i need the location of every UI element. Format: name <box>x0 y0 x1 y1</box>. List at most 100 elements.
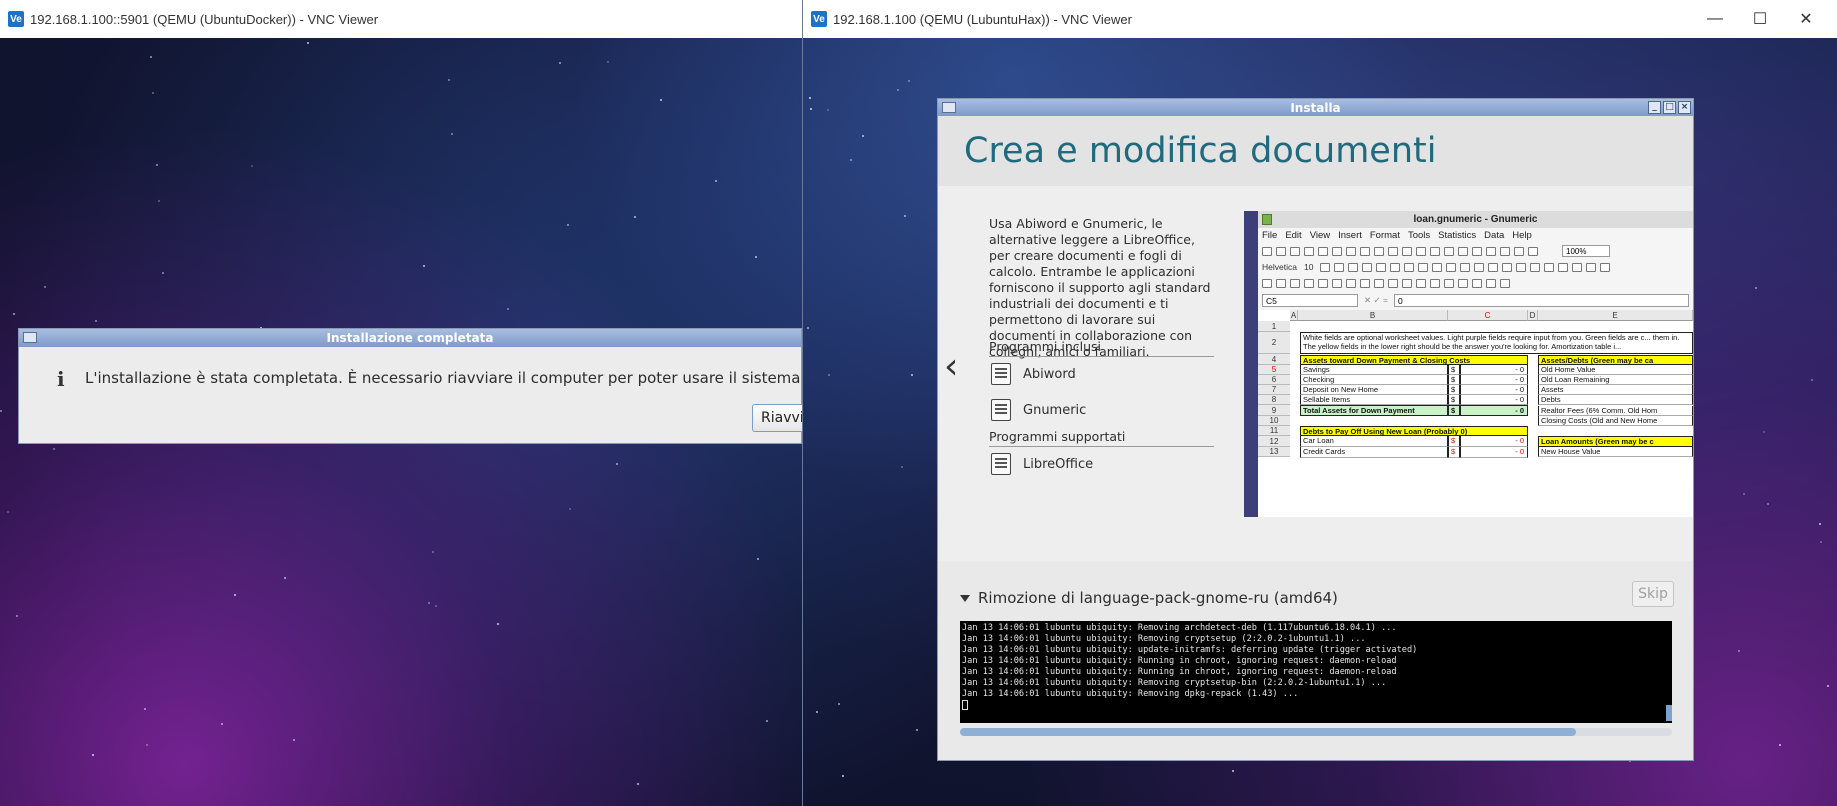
window-menu-icon[interactable] <box>942 102 956 113</box>
row-header: 13 <box>1258 447 1290 457</box>
maximize-button[interactable]: ☐ <box>1737 0 1783 38</box>
progress-scrollbar-thumb[interactable] <box>960 728 1576 736</box>
progress-scrollbar[interactable] <box>960 728 1672 736</box>
terminal-cursor <box>962 700 968 710</box>
maximize-icon[interactable]: □ <box>1663 101 1676 114</box>
right-item-cell: Old Loan Remaining <box>1538 375 1693 385</box>
expander-icon <box>960 594 970 602</box>
gnumeric-menu-item: Edit <box>1285 230 1302 241</box>
app-label: Gnumeric <box>1023 402 1087 418</box>
gnumeric-menu-item: Tools <box>1407 230 1431 241</box>
skip-button[interactable]: Skip <box>1632 581 1674 607</box>
dialog-titlebar[interactable]: Installazione completata <box>19 329 801 347</box>
close-icon[interactable]: × <box>1678 101 1691 114</box>
gnumeric-menu-item: Help <box>1512 230 1532 241</box>
gnumeric-menu-item: Format <box>1369 230 1400 241</box>
debts-header-cell: Debts to Pay Off Using New Loan (Probabl… <box>1300 426 1528 436</box>
asset-dollar-cell: $ <box>1448 385 1460 395</box>
vnc-window-title: 192.168.1.100::5901 (QEMU (UbuntuDocker)… <box>30 11 379 27</box>
install-log-terminal[interactable]: Jan 13 14:06:01 lubuntu ubiquity: Removi… <box>960 621 1672 723</box>
gnumeric-menu-item: Data <box>1484 230 1505 241</box>
minimize-icon[interactable]: _ <box>1648 101 1661 114</box>
debt-value-cell: - 0 <box>1460 436 1528 447</box>
row-header: 4 <box>1258 354 1290 365</box>
gnumeric-formula-bar: C5 ✕ ✓ = 0 <box>1258 291 1693 309</box>
font-name: Helvetica <box>1262 262 1297 272</box>
installer-window-controls: _ □ × <box>1648 101 1691 114</box>
gnumeric-toolbar-1: 100% <box>1258 243 1693 259</box>
app-gnumeric: Gnumeric <box>991 399 1086 421</box>
row-header: 11 <box>1258 426 1290 436</box>
row-header: 6 <box>1258 375 1290 385</box>
row-header: 5 <box>1258 365 1290 375</box>
install-progress: Rimozione di language-pack-gnome-ru (amd… <box>938 561 1693 761</box>
restart-button[interactable]: Riavvia <box>752 404 802 432</box>
log-line: Jan 13 14:06:01 lubuntu ubiquity: update… <box>962 645 1418 655</box>
installer-window: Installa _ □ × Crea e modifica documenti… <box>937 98 1694 761</box>
right-item-cell: Debts <box>1538 395 1693 405</box>
right-item-cell: Realtor Fees (6% Comm. Old Hom <box>1538 406 1693 416</box>
asset-dollar-cell: $ <box>1448 375 1460 385</box>
libreoffice-icon <box>991 453 1011 475</box>
log-line: Jan 13 14:06:01 lubuntu ubiquity: Removi… <box>962 678 1387 688</box>
row-header: 2 <box>1258 332 1290 354</box>
log-line: Jan 13 14:06:01 lubuntu ubiquity: Runnin… <box>962 667 1397 677</box>
slide-header: Crea e modifica documenti <box>938 116 1693 186</box>
progress-step-label: Rimozione di language-pack-gnome-ru (amd… <box>978 589 1338 607</box>
slideshow: Crea e modifica documenti ‹ › Usa Abiwor… <box>938 116 1693 561</box>
window-menu-icon[interactable] <box>23 332 37 343</box>
row-header: 12 <box>1258 436 1290 447</box>
asset-value-cell: - 0 <box>1460 395 1528 405</box>
vnc-titlebar-right[interactable]: Ve 192.168.1.100 (QEMU (LubuntuHax)) - V… <box>803 0 1837 38</box>
debt-dollar-cell: $ <box>1448 436 1460 447</box>
total-dollar-cell: $ <box>1448 405 1460 416</box>
gnumeric-menu-item: Insert <box>1338 230 1362 241</box>
gnumeric-app-icon <box>1262 214 1272 225</box>
right-header-cell: Assets/Debts (Green may be ca <box>1538 355 1693 365</box>
loan-header-cell: Loan Amounts (Green may be c <box>1538 436 1693 447</box>
installation-complete-dialog: Installazione completata i L'installazio… <box>18 328 802 444</box>
assets-header-cell: Assets toward Down Payment & Closing Cos… <box>1300 355 1528 365</box>
gnumeric-toolbar-3 <box>1258 275 1693 291</box>
slide-title: Crea e modifica documenti <box>964 131 1437 171</box>
spreadsheet-grid: A B C D E 1 2 4 5 6 7 8 9 10 11 12 13 White fields are op… <box>1258 310 1693 517</box>
installer-titlebar[interactable]: Installa _ □ × <box>938 99 1693 116</box>
debt-label-cell: Credit Cards <box>1300 447 1448 458</box>
close-button[interactable]: ✕ <box>1783 0 1829 38</box>
prev-slide-icon[interactable]: ‹ <box>944 346 958 387</box>
gnumeric-titlebar: loan.gnumeric - Gnumeric <box>1258 211 1693 228</box>
column-header: C <box>1448 310 1528 321</box>
row-header: 9 <box>1258 405 1290 416</box>
row-header: 8 <box>1258 395 1290 405</box>
asset-label-cell: Deposit on New Home <box>1300 385 1448 395</box>
row-header: 10 <box>1258 416 1290 426</box>
row-header: 7 <box>1258 385 1290 395</box>
debt-dollar-cell: $ <box>1448 447 1460 458</box>
vnc-window-left: Ve 192.168.1.100::5901 (QEMU (UbuntuDock… <box>0 0 802 806</box>
gnumeric-icon <box>991 399 1011 421</box>
zoom-combo: 100% <box>1562 245 1610 257</box>
abiword-icon <box>991 363 1011 385</box>
vnc-titlebar-left[interactable]: Ve 192.168.1.100::5901 (QEMU (UbuntuDock… <box>0 0 802 38</box>
log-line: Jan 13 14:06:01 lubuntu ubiquity: Runnin… <box>962 656 1397 666</box>
column-header: D <box>1528 310 1538 321</box>
formula-input: 0 <box>1393 293 1689 307</box>
asset-value-cell: - 0 <box>1460 365 1528 375</box>
row-header: 1 <box>1258 321 1290 332</box>
minimize-button[interactable]: — <box>1692 0 1738 38</box>
gnumeric-menu-item: View <box>1309 230 1331 241</box>
font-size: 10 <box>1303 262 1314 272</box>
app-label: Abiword <box>1023 366 1076 382</box>
gnumeric-screenshot: loan.gnumeric - Gnumeric File Edit View Ins… <box>1244 211 1693 517</box>
total-assets-cell: Total Assets for Down Payment <box>1300 405 1448 416</box>
total-value-cell: - 0 <box>1460 405 1528 416</box>
note-cell: White fields are optional worksheet valu… <box>1300 332 1693 354</box>
right-item-cell: Old Home Value <box>1538 365 1693 375</box>
progress-step[interactable]: Rimozione di language-pack-gnome-ru (amd… <box>960 589 1338 607</box>
gnumeric-menubar: File Edit View Insert Format Tools Statistics D… <box>1258 228 1693 243</box>
log-line: Jan 13 14:06:01 lubuntu ubiquity: Removi… <box>962 689 1299 699</box>
column-header: B <box>1298 310 1448 321</box>
vnc-window-right: Ve 192.168.1.100 (QEMU (LubuntuHax)) - V… <box>802 0 1837 806</box>
vnc-window-title: 192.168.1.100 (QEMU (LubuntuHax)) - VNC … <box>833 11 1132 27</box>
terminal-scrollbar[interactable] <box>1666 705 1672 721</box>
